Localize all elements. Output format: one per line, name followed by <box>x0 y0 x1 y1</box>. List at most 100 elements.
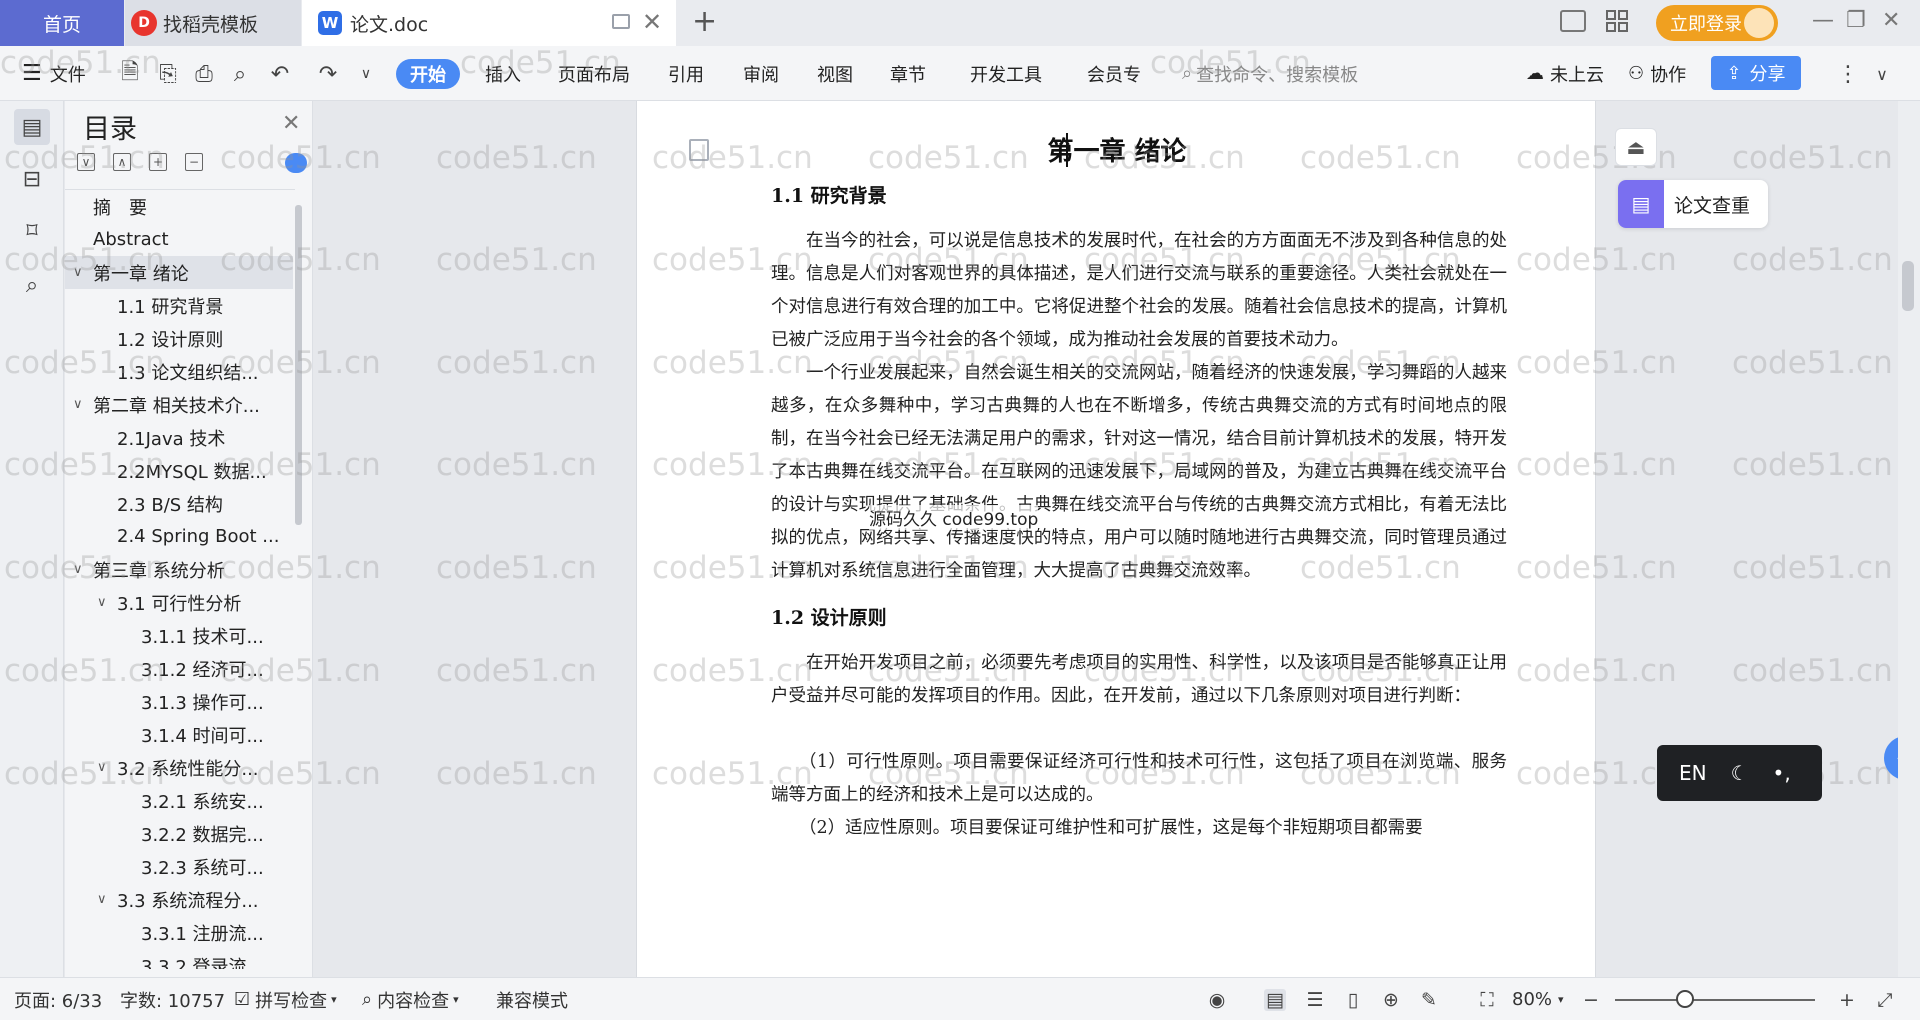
zoom-slider[interactable] <box>1615 999 1815 1001</box>
chevron-down-icon[interactable]: ∨ <box>97 760 117 775</box>
more-icon[interactable]: ⋮ <box>1836 62 1860 87</box>
outline-item[interactable]: 摘 要 <box>65 190 293 223</box>
spell-check-button[interactable]: ☑ 拼写检查 ▾ <box>234 978 337 1020</box>
outline-scrollbar[interactable] <box>295 205 302 525</box>
expand-all-icon[interactable]: ∨ <box>77 153 95 171</box>
outline-item[interactable]: ∨ 3.1 可行性分析 <box>65 586 293 619</box>
redo-icon[interactable]: ↷ <box>316 62 340 87</box>
page-indicator[interactable]: 页面: 6/33 <box>14 978 102 1020</box>
moon-icon[interactable]: ☾ <box>1731 761 1749 785</box>
outline-item[interactable]: 2.2MYSQL 数据... <box>65 454 293 487</box>
command-search[interactable]: ⌕ 查找命令、搜索模板 <box>1182 46 1358 101</box>
zoom-slider-handle[interactable] <box>1676 990 1694 1008</box>
outline-icon[interactable]: ▤ <box>14 109 50 145</box>
outline-item[interactable]: 3.1.2 经济可... <box>65 652 293 685</box>
add-heading-icon[interactable]: + <box>149 153 167 171</box>
outline-item[interactable]: ∨ 3.2 系统性能分... <box>65 751 293 784</box>
window-close-icon[interactable]: ✕ <box>1882 8 1900 33</box>
tab-template[interactable]: D 找稻壳模板 <box>125 0 301 46</box>
share-button[interactable]: ⇪ 分享 <box>1711 56 1801 90</box>
collapse-panel-button[interactable]: ⏏ <box>1615 128 1657 166</box>
outline-item[interactable]: 1.3 论文组织结... <box>65 355 293 388</box>
outline-item[interactable]: 3.3.2 登录流... <box>65 949 293 970</box>
chevron-down-icon[interactable]: ∨ <box>97 595 117 610</box>
bookmark-icon[interactable]: ⌑ <box>14 213 50 249</box>
tab-view[interactable]: 视图 <box>817 46 853 101</box>
outline-item[interactable]: 2.1Java 技术 <box>65 421 293 454</box>
zoom-in-icon[interactable]: + <box>1836 989 1858 1011</box>
outline-item[interactable]: ∨ 3.3 系统流程分... <box>65 883 293 916</box>
apps-grid-icon[interactable] <box>1606 10 1628 32</box>
ime-language[interactable]: EN <box>1679 761 1707 785</box>
restore-icon[interactable]: ❐ <box>1846 8 1866 33</box>
chevron-down-icon[interactable]: ∨ <box>354 62 378 86</box>
outline-item[interactable]: ∨ 第二章 相关技术介... <box>65 388 293 421</box>
file-menu[interactable]: ☰ 文件 <box>22 46 86 101</box>
web-view-icon[interactable]: ⊕ <box>1380 989 1402 1011</box>
tab-reference[interactable]: 引用 <box>668 46 704 101</box>
fullscreen-icon[interactable]: ⤢ <box>1874 989 1896 1011</box>
punctuation-icon[interactable]: •, <box>1773 761 1791 785</box>
chevron-down-icon[interactable]: ∨ <box>73 562 93 577</box>
fit-page-icon[interactable]: ⛶ <box>1476 989 1498 1011</box>
outline-item[interactable]: 3.1.4 时间可... <box>65 718 293 751</box>
tab-devtools[interactable]: 开发工具 <box>970 46 1042 101</box>
chevron-down-icon[interactable]: ∨ <box>73 265 93 280</box>
page-view-icon[interactable]: ▤ <box>1264 989 1286 1011</box>
outline-item[interactable]: 2.3 B/S 结构 <box>65 487 293 520</box>
outline-item[interactable]: 2.4 Spring Boot ... <box>65 520 293 553</box>
word-count[interactable]: 字数: 10757 <box>120 978 225 1020</box>
new-tab-button[interactable]: + <box>692 4 717 39</box>
paper-check-button[interactable]: ▤ 论文查重 <box>1618 180 1768 228</box>
tab-start[interactable]: 开始 <box>396 59 460 89</box>
login-button[interactable]: 立即登录 <box>1656 5 1778 41</box>
zoom-out-icon[interactable]: − <box>1580 989 1602 1011</box>
scrollbar-thumb[interactable] <box>1902 261 1914 311</box>
ai-assistant-icon[interactable] <box>285 153 307 173</box>
eye-protection-icon[interactable]: ◉ <box>1206 989 1228 1011</box>
layout-icon[interactable] <box>1560 10 1586 32</box>
outline-item[interactable]: 1.1 研究背景 <box>65 289 293 322</box>
tab-layout[interactable]: 页面布局 <box>558 46 630 101</box>
outline-item[interactable]: 1.2 设计原则 <box>65 322 293 355</box>
outline-item[interactable]: 3.1.1 技术可... <box>65 619 293 652</box>
outline-item[interactable]: ∨ 第一章 绪论 <box>65 256 293 289</box>
tab-close-icon[interactable]: ✕ <box>642 8 662 36</box>
vertical-scrollbar[interactable] <box>1898 101 1920 977</box>
chevron-down-icon[interactable]: ∨ <box>73 397 93 412</box>
document-page[interactable]: 第一章 绪论 1.1 研究背景 在当今的社会，可以说是信息技术的发展时代，在社会… <box>636 101 1596 977</box>
tab-member[interactable]: 会员专 <box>1087 46 1141 101</box>
minimize-icon[interactable]: — <box>1812 8 1834 33</box>
write-mode-icon[interactable]: ✎ <box>1418 989 1440 1011</box>
save-icon[interactable]: 🗎 <box>118 60 142 86</box>
undo-icon[interactable]: ↶ <box>268 62 292 87</box>
find-icon[interactable]: ⌕ <box>14 267 50 303</box>
ime-toolbar[interactable]: EN ☾ •, <box>1657 745 1822 801</box>
outline-item[interactable]: ∨ 第三章 系统分析 <box>65 553 293 586</box>
print-icon[interactable]: ⎙ <box>192 62 216 87</box>
outline-item[interactable]: 3.3.1 注册流... <box>65 916 293 949</box>
tab-monitor-icon[interactable] <box>612 14 630 29</box>
outline-close-icon[interactable]: ✕ <box>282 111 300 136</box>
tab-review[interactable]: 审阅 <box>743 46 779 101</box>
outline-item[interactable]: 3.1.3 操作可... <box>65 685 293 718</box>
tab-insert[interactable]: 插入 <box>485 46 521 101</box>
collapse-all-icon[interactable]: ∧ <box>113 153 131 171</box>
zoom-level[interactable]: 80% ▾ <box>1512 978 1564 1020</box>
content-check-button[interactable]: ⌕ 内容检查 ▾ <box>362 978 459 1020</box>
collapse-ribbon-icon[interactable]: ∨ <box>1870 62 1894 86</box>
export-pdf-icon[interactable]: ⎘ <box>156 62 180 87</box>
remove-heading-icon[interactable]: − <box>185 153 203 171</box>
outline-view-icon[interactable]: ☰ <box>1304 989 1326 1011</box>
chapter-nav-icon[interactable]: ⊟ <box>14 161 50 197</box>
chevron-down-icon[interactable]: ∨ <box>97 892 117 907</box>
reading-view-icon[interactable]: ▯ <box>1342 989 1364 1011</box>
collab-button[interactable]: ⚇ 协作 <box>1628 46 1686 101</box>
cloud-status[interactable]: ☁ 未上云 <box>1526 46 1604 101</box>
outline-item[interactable]: 3.2.3 系统可... <box>65 850 293 883</box>
tab-home[interactable]: 首页 <box>0 0 124 46</box>
outline-item[interactable]: Abstract <box>65 223 293 256</box>
outline-item[interactable]: 3.2.1 系统安... <box>65 784 293 817</box>
outline-item[interactable]: 3.2.2 数据完... <box>65 817 293 850</box>
print-preview-icon[interactable]: ⌕ <box>228 62 252 87</box>
